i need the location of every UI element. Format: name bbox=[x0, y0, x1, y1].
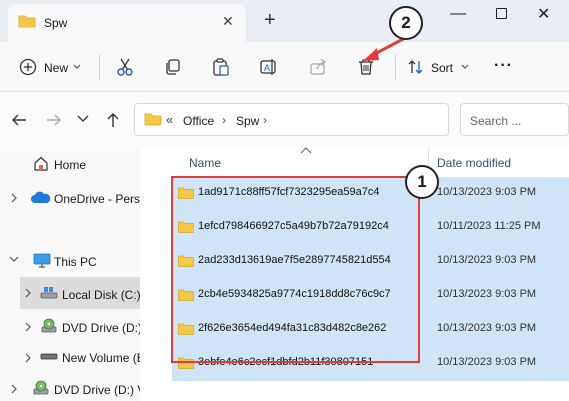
column-header-date-modified[interactable]: Date modified bbox=[437, 156, 511, 170]
this-pc-monitor-icon bbox=[33, 253, 51, 268]
cut-icon[interactable] bbox=[116, 58, 134, 76]
more-options-icon[interactable]: ··· bbox=[494, 57, 513, 75]
onedrive-cloud-icon bbox=[31, 191, 51, 203]
volume-drive-icon bbox=[40, 353, 58, 360]
sort-ascending-icon bbox=[300, 147, 312, 154]
breadcrumb-office[interactable]: Office bbox=[183, 114, 214, 128]
folder-icon bbox=[144, 113, 162, 126]
chevron-right-icon[interactable] bbox=[10, 384, 18, 394]
svg-text:A: A bbox=[264, 63, 270, 73]
sort-label: Sort bbox=[431, 61, 454, 75]
chevron-down-icon bbox=[461, 64, 469, 69]
file-date-modified: 10/13/2023 9:03 PM bbox=[437, 254, 537, 266]
toolbar-separator bbox=[99, 54, 100, 80]
file-date-modified: 10/11/2023 11:25 PM bbox=[437, 220, 541, 232]
nav-item-local-disk-c[interactable]: Local Disk (C:) bbox=[62, 288, 141, 302]
file-date-modified: 10/13/2023 9:03 PM bbox=[437, 288, 537, 300]
chevron-down-icon bbox=[73, 64, 81, 69]
chevron-down-icon[interactable] bbox=[9, 256, 19, 264]
maximize-icon[interactable] bbox=[496, 8, 507, 19]
breadcrumb-spw[interactable]: Spw bbox=[236, 114, 259, 128]
column-header-name[interactable]: Name bbox=[189, 156, 221, 170]
folder-icon bbox=[18, 15, 36, 28]
dvd-drive-icon bbox=[33, 380, 49, 395]
local-disk-icon bbox=[40, 287, 58, 299]
new-tab-icon[interactable]: + bbox=[264, 9, 276, 32]
close-tab-icon[interactable]: ✕ bbox=[222, 13, 234, 30]
minimize-icon[interactable]: — bbox=[450, 5, 466, 23]
share-icon[interactable] bbox=[309, 58, 327, 76]
file-date-modified: 10/13/2023 9:03 PM bbox=[437, 322, 537, 334]
hidden-path-chevron[interactable]: « bbox=[166, 112, 173, 127]
chevron-right-icon[interactable] bbox=[10, 193, 18, 203]
address-bar[interactable] bbox=[134, 103, 449, 136]
dvd-drive-icon bbox=[41, 318, 57, 333]
chevron-right-icon[interactable] bbox=[24, 322, 32, 332]
back-arrow-icon[interactable] bbox=[11, 113, 27, 127]
new-button[interactable]: New bbox=[14, 54, 94, 80]
nav-item-new-volume[interactable]: New Volume (E bbox=[62, 351, 140, 365]
up-arrow-icon[interactable] bbox=[106, 112, 120, 128]
paste-icon[interactable] bbox=[212, 58, 230, 76]
breadcrumb-separator: › bbox=[263, 113, 267, 127]
copy-icon[interactable] bbox=[164, 58, 182, 76]
selection-annotation-box bbox=[171, 176, 420, 363]
chevron-right-icon[interactable] bbox=[24, 288, 32, 298]
nav-item-home[interactable]: Home bbox=[54, 158, 86, 172]
annotation-badge-2: 2 bbox=[389, 6, 423, 40]
rename-icon[interactable]: A bbox=[260, 58, 278, 76]
tab-title: Spw bbox=[44, 16, 68, 30]
forward-arrow-icon[interactable] bbox=[46, 113, 62, 127]
nav-item-onedrive[interactable]: OneDrive - Perso bbox=[54, 192, 140, 206]
plus-circle-icon bbox=[19, 58, 37, 76]
search-placeholder: Search ... bbox=[470, 114, 522, 128]
close-window-icon[interactable]: ✕ bbox=[537, 4, 550, 24]
file-date-modified: 10/13/2023 9:03 PM bbox=[437, 186, 537, 198]
nav-item-this-pc[interactable]: This PC bbox=[54, 255, 97, 269]
breadcrumb-separator: › bbox=[222, 113, 226, 127]
file-date-modified: 10/13/2023 9:03 PM bbox=[437, 356, 537, 368]
home-icon bbox=[34, 156, 48, 171]
annotation-badge-1: 1 bbox=[405, 165, 439, 199]
nav-item-dvd-drive-d-2[interactable]: DVD Drive (D:) V bbox=[54, 383, 140, 397]
chevron-right-icon[interactable] bbox=[24, 353, 32, 363]
recent-locations-chevron-icon[interactable] bbox=[77, 115, 89, 123]
new-label: New bbox=[44, 61, 69, 75]
nav-item-dvd-drive-d[interactable]: DVD Drive (D:) bbox=[62, 321, 142, 335]
